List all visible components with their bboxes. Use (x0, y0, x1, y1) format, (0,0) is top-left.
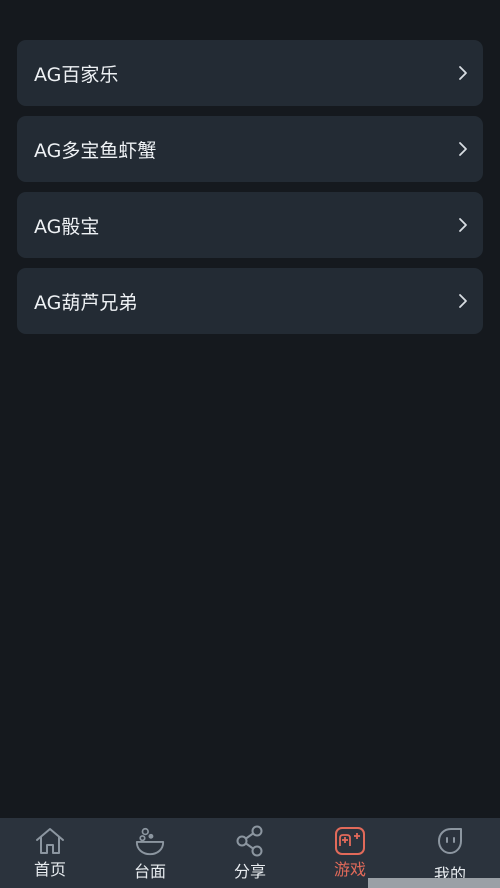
chevron-right-icon (455, 65, 471, 81)
game-list: AG百家乐 AG多宝鱼虾蟹 AG骰宝 AG葫芦兄弟 (17, 40, 483, 344)
tab-home[interactable]: 首页 (0, 818, 100, 888)
home-icon (34, 825, 66, 857)
chevron-right-icon (455, 293, 471, 309)
face-icon (434, 825, 466, 857)
tab-label: 首页 (33, 860, 66, 879)
chevron-right-icon (455, 217, 471, 233)
tab-table[interactable]: 台面 (100, 818, 200, 888)
home-indicator (368, 878, 500, 888)
bowl-icon (134, 825, 166, 857)
tab-label: 游戏 (333, 860, 366, 879)
game-item-fish-prawn-crab[interactable]: AG多宝鱼虾蟹 (17, 116, 483, 182)
gamepad-icon (334, 825, 366, 857)
game-item-sicbo[interactable]: AG骰宝 (17, 192, 483, 258)
game-item-label: AG百家乐 (34, 63, 119, 86)
game-item-calabash-brothers[interactable]: AG葫芦兄弟 (17, 268, 483, 334)
tab-label: 台面 (133, 862, 166, 881)
chevron-right-icon (455, 141, 471, 157)
tab-label: 分享 (233, 862, 266, 881)
game-item-baccarat[interactable]: AG百家乐 (17, 40, 483, 106)
tab-share[interactable]: 分享 (200, 818, 300, 888)
game-item-label: AG骰宝 (34, 215, 100, 238)
game-item-label: AG葫芦兄弟 (34, 291, 138, 314)
share-icon (234, 825, 266, 857)
game-item-label: AG多宝鱼虾蟹 (34, 139, 157, 162)
